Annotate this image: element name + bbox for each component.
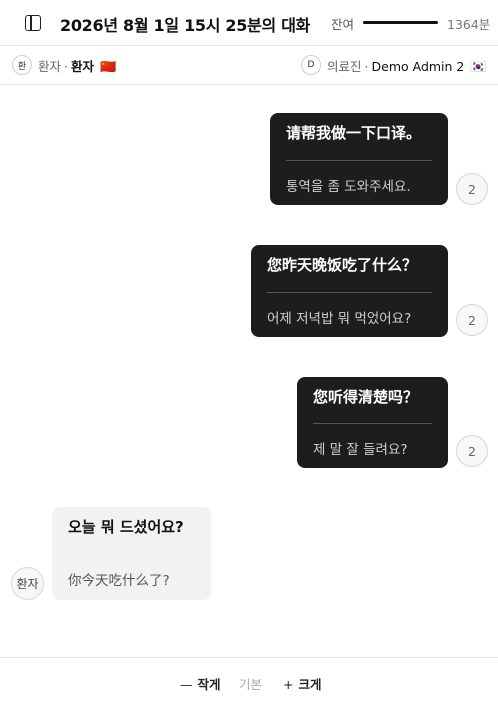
message-bubble-sent[interactable]: 您听得清楚吗？ 제 말 잘 들려요?	[297, 377, 448, 468]
minus-icon: —	[180, 677, 193, 692]
separator-dot: ·	[64, 59, 68, 74]
message-bubble-received[interactable]: 오늘 뭐 드셨어요? 你今天吃什么了?	[52, 507, 211, 600]
message-count-badge[interactable]: 2	[456, 435, 488, 467]
font-size-bar: — 작게 기본 + 크게	[0, 657, 498, 718]
app: 2026년 8월 1일 15시 25분의 대화 잔여 1364분 환 환자 · 환자…	[0, 0, 498, 718]
patient-label: 환자 · 환자 🇨🇳	[38, 56, 116, 75]
font-larger-label: 크게	[298, 677, 322, 692]
staff-label: 의료진 · Demo Admin 2 🇰🇷	[327, 56, 487, 75]
china-flag-icon: 🇨🇳	[100, 60, 117, 75]
message-count-badge[interactable]: 2	[456, 304, 488, 336]
remaining-progress-bar	[363, 21, 438, 24]
font-default-label[interactable]: 기본	[239, 674, 262, 693]
message-bubble-sent[interactable]: 请帮我做一下口译。 통역을 좀 도와주세요.	[270, 113, 448, 205]
message-original-text: 오늘 뭐 드셨어요?	[68, 518, 184, 536]
message-count-badge[interactable]: 2	[456, 173, 488, 205]
korea-flag-icon: 🇰🇷	[470, 60, 487, 75]
staff-role: 의료진	[327, 59, 362, 74]
plus-icon: +	[283, 677, 294, 692]
remaining-label: 잔여	[331, 17, 355, 32]
staff-name: Demo Admin 2	[371, 59, 465, 74]
message-translation-text: 제 말 잘 들려요?	[313, 442, 408, 458]
font-larger-button[interactable]: + 크게	[283, 674, 322, 693]
participants-bar: 환 환자 · 환자 🇨🇳 D 의료진 · Demo Admin 2 🇰🇷	[0, 47, 498, 85]
message-translation-text: 你今天吃什么了?	[68, 573, 170, 589]
font-smaller-label: 작게	[197, 677, 221, 692]
message-translation-text: 통역을 좀 도와주세요.	[286, 179, 411, 195]
message-original-text: 请帮我做一下口译。	[286, 124, 422, 142]
patient-avatar: 환	[12, 55, 32, 75]
message-translation-text: 어제 저녁밥 뭐 먹었어요?	[267, 311, 412, 327]
patient-avatar: 환자	[11, 567, 44, 600]
header: 2026년 8월 1일 15시 25분의 대화 잔여 1364분	[0, 0, 498, 46]
staff-avatar: D	[301, 55, 321, 75]
remaining-progress-fill	[363, 21, 438, 24]
separator-dot: ·	[364, 59, 369, 74]
font-smaller-button[interactable]: — 작게	[180, 674, 221, 693]
sidebar-toggle-icon[interactable]	[25, 15, 41, 31]
patient-role: 환자	[38, 59, 62, 74]
message-bubble-sent[interactable]: 您昨天晚饭吃了什么？ 어제 저녁밥 뭐 먹었어요?	[251, 245, 448, 337]
message-original-text: 您听得清楚吗？	[313, 388, 419, 406]
message-original-text: 您昨天晚饭吃了什么？	[267, 256, 418, 274]
remaining-value: 1364분	[447, 17, 491, 32]
patient-name: 환자	[71, 59, 95, 74]
conversation-title: 2026년 8월 1일 15시 25분의 대화	[60, 16, 311, 35]
